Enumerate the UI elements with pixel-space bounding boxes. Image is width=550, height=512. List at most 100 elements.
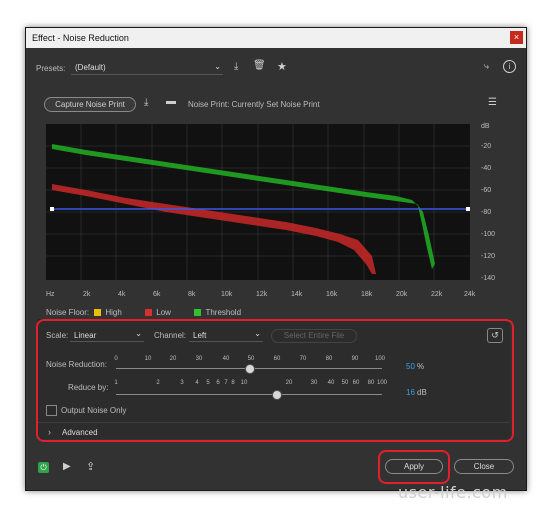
- noise-graph-svg: [46, 124, 470, 280]
- x-tick: 24k: [464, 291, 476, 298]
- reduce-by-value[interactable]: 16: [406, 388, 415, 397]
- tick-label: 20: [169, 356, 177, 362]
- window-title: Effect - Noise Reduction: [32, 33, 129, 43]
- output-noise-only-checkbox[interactable]: [46, 405, 57, 416]
- x-tick: 14k: [291, 291, 303, 298]
- tick-label: 10: [144, 356, 152, 362]
- tick-label: 100: [374, 356, 385, 362]
- scale-label: Scale:: [46, 331, 69, 340]
- reduce-by-unit: dB: [417, 388, 427, 397]
- tick-label: 30: [195, 356, 203, 362]
- channel-dropdown[interactable]: Left ⌄: [189, 329, 263, 342]
- x-tick: Hz: [46, 291, 55, 298]
- advanced-toggle[interactable]: Advanced: [62, 428, 98, 437]
- reset-icon[interactable]: ↺: [487, 328, 503, 343]
- y-tick: -120: [481, 253, 496, 260]
- capture-noise-print-button[interactable]: Capture Noise Print: [44, 97, 136, 112]
- select-entire-file-button[interactable]: Select Entire File: [271, 329, 357, 343]
- legend-high: High: [105, 308, 122, 317]
- info-icon[interactable]: i: [503, 60, 516, 73]
- power-icon[interactable]: ⏻: [38, 462, 49, 473]
- scale-dropdown[interactable]: Linear ⌄: [70, 329, 144, 342]
- y-tick: -80: [481, 209, 492, 216]
- channel-value: Left: [193, 331, 207, 340]
- apply-button[interactable]: Apply: [385, 459, 443, 474]
- tick-label: 0: [114, 356, 118, 362]
- save-noise-print-icon[interactable]: ⤓: [144, 97, 148, 108]
- x-tick: 18k: [361, 291, 373, 298]
- trash-icon[interactable]: 🗑: [253, 60, 266, 71]
- legend-title: Noise Floor:: [46, 308, 90, 317]
- tick-label: 30: [310, 380, 318, 386]
- tick-label: 50: [247, 356, 255, 362]
- tick-label: 10: [240, 380, 248, 386]
- tick-label: 90: [351, 356, 359, 362]
- y-unit-label: dB: [481, 123, 490, 130]
- noise-reduction-knob[interactable]: [245, 364, 255, 374]
- legend-threshold: Threshold: [205, 308, 242, 317]
- tick-label: 60: [352, 380, 360, 386]
- noise-floor-legend: Noise Floor: High Low Threshold: [46, 308, 241, 317]
- y-tick: -60: [481, 187, 492, 194]
- x-tick: 10k: [221, 291, 233, 298]
- play-icon[interactable]: ▶: [63, 461, 71, 472]
- channel-label: Channel:: [154, 331, 187, 340]
- tick-label: 60: [273, 356, 281, 362]
- reduce-by-track[interactable]: [116, 394, 382, 395]
- routing-icon[interactable]: ⤷: [484, 61, 489, 72]
- x-tick: 12k: [256, 291, 268, 298]
- presets-value: (Default): [75, 63, 106, 72]
- star-icon[interactable]: ★: [277, 60, 287, 73]
- low-band: [52, 184, 376, 274]
- y-tick: -100: [481, 231, 496, 238]
- tick-label: 70: [299, 356, 307, 362]
- chevron-down-icon: ⌄: [135, 329, 142, 338]
- x-tick: 2k: [83, 291, 91, 298]
- noise-reduction-unit: %: [417, 362, 425, 371]
- tick-label: 20: [285, 380, 293, 386]
- close-window-button[interactable]: ×: [510, 31, 523, 44]
- x-tick: 6k: [153, 291, 161, 298]
- noise-reduction-label: Noise Reduction:: [46, 360, 107, 369]
- y-tick: -40: [481, 165, 492, 172]
- tick-label: 100: [376, 380, 387, 386]
- divider: [38, 422, 510, 423]
- x-tick: 8k: [188, 291, 196, 298]
- legend-swatch-threshold: [194, 309, 202, 316]
- threshold-handle-right: [466, 207, 470, 211]
- noise-graph[interactable]: [46, 124, 470, 280]
- reduce-by-label: Reduce by:: [68, 383, 109, 392]
- x-tick: 4k: [118, 291, 126, 298]
- tick-label: 80: [325, 356, 333, 362]
- folder-icon[interactable]: ▬: [166, 96, 176, 107]
- title-bar: Effect - Noise Reduction ×: [26, 28, 526, 48]
- watermark: user-life.com: [398, 483, 508, 502]
- threshold-handle-left: [50, 207, 54, 211]
- noise-reduction-value[interactable]: 50: [406, 362, 415, 371]
- loop-icon[interactable]: ⇪: [86, 460, 95, 473]
- chevron-down-icon: ⌄: [254, 329, 261, 338]
- noise-reduction-dialog: Effect - Noise Reduction × Presets: (Def…: [25, 27, 527, 491]
- chevron-down-icon: ⌄: [214, 62, 221, 71]
- legend-swatch-low: [145, 309, 153, 316]
- y-tick: -20: [481, 143, 492, 150]
- chevron-right-icon[interactable]: ›: [48, 427, 51, 437]
- menu-icon[interactable]: ☰: [488, 97, 497, 108]
- presets-dropdown[interactable]: (Default) ⌄: [71, 62, 223, 75]
- threshold-band: [52, 144, 435, 269]
- download-preset-icon[interactable]: ⤓: [234, 61, 238, 72]
- reduce-by-knob[interactable]: [272, 390, 282, 400]
- x-tick: 22k: [431, 291, 443, 298]
- noise-print-status: Noise Print: Currently Set Noise Print: [188, 100, 320, 109]
- tick-label: 2: [156, 380, 160, 386]
- x-tick: 16k: [326, 291, 338, 298]
- output-noise-only-label: Output Noise Only: [61, 406, 127, 415]
- x-tick: 20k: [396, 291, 408, 298]
- legend-low: Low: [156, 308, 171, 317]
- presets-label: Presets:: [36, 64, 66, 73]
- tick-label: 3: [180, 380, 184, 386]
- tick-label: 1: [114, 380, 118, 386]
- legend-swatch-high: [94, 309, 102, 316]
- y-tick: -140: [481, 275, 496, 282]
- close-button[interactable]: Close: [454, 459, 514, 474]
